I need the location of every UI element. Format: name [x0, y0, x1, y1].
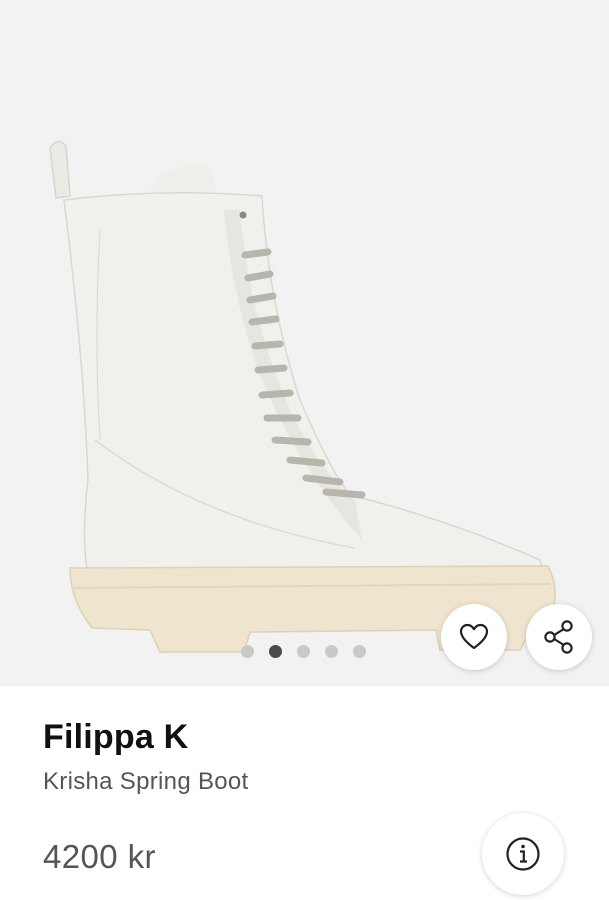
product-image-gallery[interactable]	[0, 0, 609, 686]
gallery-dot[interactable]	[325, 644, 338, 658]
gallery-dot[interactable]	[241, 644, 254, 658]
gallery-dot-active[interactable]	[269, 644, 282, 658]
boot-product-image	[49, 140, 556, 653]
heart-icon	[459, 623, 489, 650]
gallery-dot[interactable]	[297, 644, 310, 658]
brand-name[interactable]: Filippa K	[43, 718, 188, 757]
favorite-button[interactable]	[441, 604, 507, 670]
share-button[interactable]	[526, 604, 592, 670]
share-icon	[544, 620, 573, 654]
gallery-pagination	[241, 644, 366, 658]
info-button[interactable]	[482, 813, 564, 895]
product-price: 4200 kr	[43, 838, 156, 875]
gallery-dot[interactable]	[353, 644, 366, 658]
product-name: Krisha Spring Boot	[43, 768, 249, 795]
info-icon	[506, 837, 540, 871]
